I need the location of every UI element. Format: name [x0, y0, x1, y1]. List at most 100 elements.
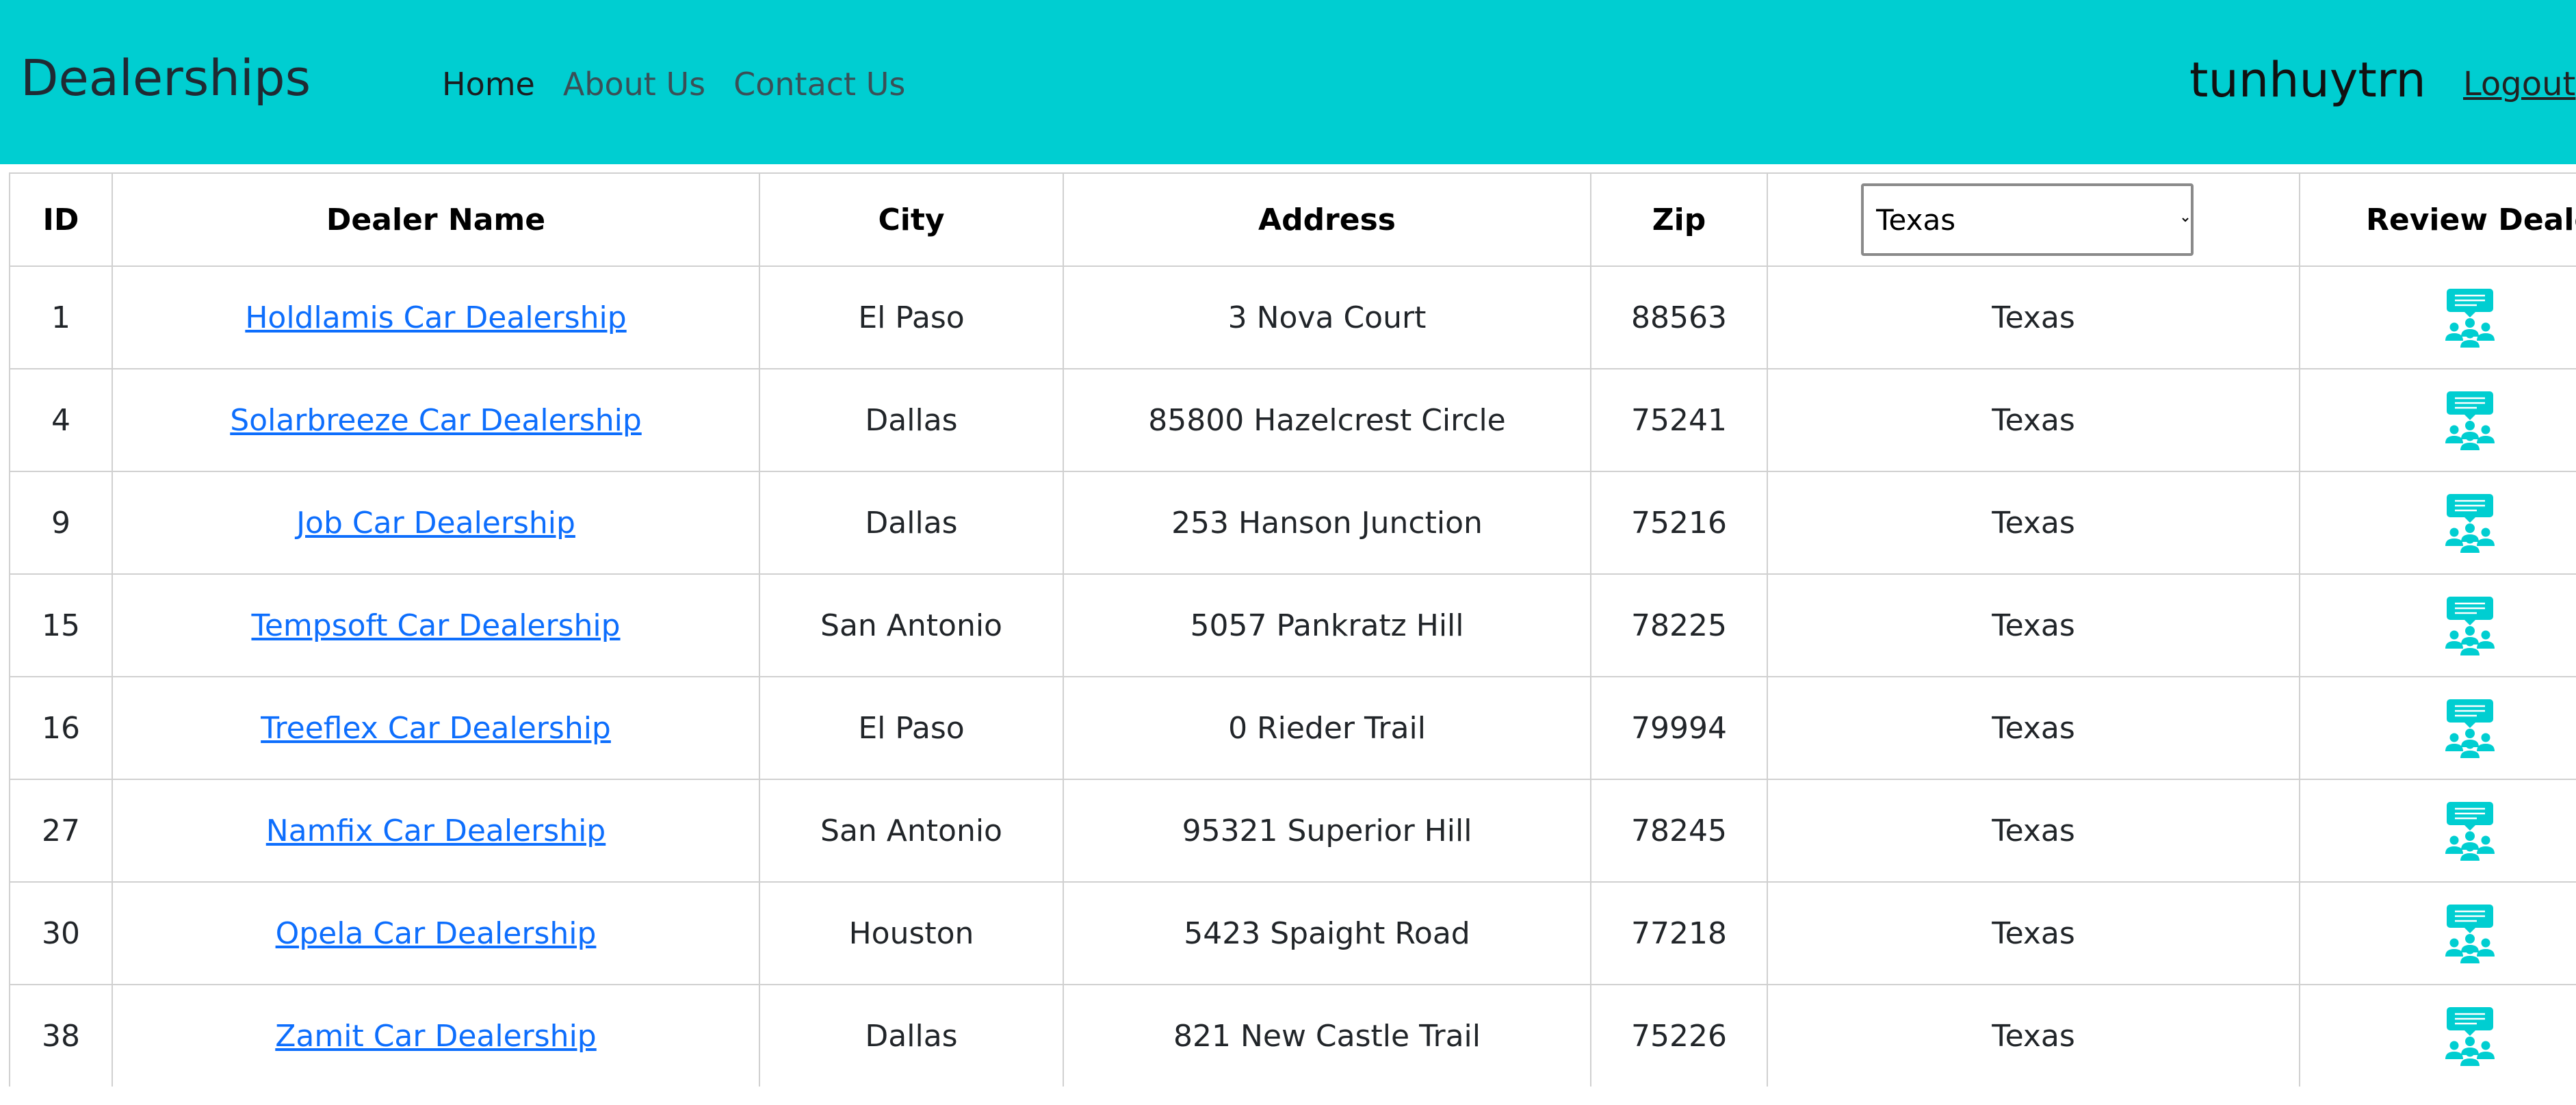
cell-zip: 79994 — [1590, 676, 1768, 780]
dealer-name-link[interactable]: Opela Car Dealership — [276, 916, 597, 951]
table-row: 16 Treeflex Car Dealership El Paso 0 Rie… — [9, 676, 2576, 780]
dealer-id: 4 — [51, 402, 70, 438]
cell-dealer-name: Opela Car Dealership — [112, 881, 760, 985]
table-row: 4 Solarbreeze Car Dealership Dallas 8580… — [9, 368, 2576, 472]
cell-zip: 78225 — [1590, 573, 1768, 677]
cell-address: 821 New Castle Trail — [1063, 984, 1591, 1087]
dealer-id: 38 — [42, 1018, 80, 1054]
dealer-state: Texas — [1992, 710, 2075, 746]
dealer-zip: 75216 — [1631, 505, 1727, 541]
cell-city: San Antonio — [759, 779, 1064, 883]
header-city: City — [759, 172, 1064, 267]
dealer-zip: 79994 — [1631, 710, 1727, 746]
dealer-state: Texas — [1992, 505, 2075, 541]
dealer-id: 1 — [51, 300, 70, 335]
cell-dealer-name: Job Car Dealership — [112, 471, 760, 575]
dealer-id: 27 — [42, 813, 80, 848]
review-dealer-icon[interactable] — [2443, 903, 2497, 963]
dealer-zip: 77218 — [1631, 915, 1727, 951]
dealer-name-link[interactable]: Tempsoft Car Dealership — [251, 608, 620, 643]
dealer-name-link[interactable]: Job Car Dealership — [296, 506, 575, 541]
dealer-zip: 75226 — [1631, 1018, 1727, 1054]
dealer-state: Texas — [1992, 300, 2075, 335]
top-navbar: Dealerships Home About Us Contact Us tun… — [0, 0, 2576, 164]
cell-city: El Paso — [759, 676, 1064, 780]
dealer-city: Dallas — [865, 402, 958, 438]
cell-review — [2299, 984, 2576, 1087]
cell-address: 253 Hanson Junction — [1063, 471, 1591, 575]
nav-link-about-us[interactable]: About Us — [563, 62, 705, 107]
dealer-id: 30 — [42, 915, 80, 951]
cell-review — [2299, 881, 2576, 985]
cell-id: 16 — [9, 676, 113, 780]
cell-review — [2299, 471, 2576, 575]
dealer-address: 95321 Superior Hill — [1182, 813, 1472, 848]
cell-zip: 88563 — [1590, 265, 1768, 369]
review-dealer-icon-graphic — [2445, 1007, 2495, 1066]
cell-id: 30 — [9, 881, 113, 985]
cell-state: Texas — [1767, 779, 2300, 883]
cell-city: El Paso — [759, 265, 1064, 369]
review-dealer-icon[interactable] — [2443, 493, 2497, 553]
dealer-state: Texas — [1992, 915, 2075, 951]
table-header-row: ID Dealer Name City Address Zip Texas Re… — [9, 172, 2576, 267]
review-dealer-icon-graphic — [2445, 494, 2495, 553]
dealer-name-link[interactable]: Holdlamis Car Dealership — [245, 300, 626, 335]
cell-review — [2299, 676, 2576, 780]
header-id: ID — [9, 172, 113, 267]
cell-address: 5057 Pankratz Hill — [1063, 573, 1591, 677]
dealer-city: San Antonio — [820, 813, 1002, 848]
dealer-zip: 75241 — [1631, 402, 1727, 438]
dealer-state: Texas — [1992, 402, 2075, 438]
logout-link[interactable]: Logout — [2463, 60, 2575, 108]
dealer-name-link[interactable]: Solarbreeze Car Dealership — [230, 403, 642, 438]
review-dealer-icon[interactable] — [2443, 698, 2497, 758]
dealer-city: Dallas — [865, 1018, 958, 1054]
cell-review — [2299, 573, 2576, 677]
dealer-address: 85800 Hazelcrest Circle — [1148, 402, 1506, 438]
cell-state: Texas — [1767, 984, 2300, 1087]
cell-zip: 75216 — [1590, 471, 1768, 575]
review-dealer-icon-graphic — [2445, 905, 2495, 963]
dealer-id: 16 — [42, 710, 80, 746]
dealer-address: 821 New Castle Trail — [1173, 1018, 1481, 1054]
dealer-city: San Antonio — [820, 608, 1002, 643]
nav-link-contact-us[interactable]: Contact Us — [733, 62, 905, 107]
cell-city: Houston — [759, 881, 1064, 985]
review-dealer-icon[interactable] — [2443, 801, 2497, 861]
review-dealer-icon[interactable] — [2443, 287, 2497, 348]
brand-title[interactable]: Dealerships — [21, 49, 311, 107]
header-zip: Zip — [1590, 172, 1768, 267]
cell-state: Texas — [1767, 471, 2300, 575]
dealer-name-link[interactable]: Namfix Car Dealership — [266, 814, 606, 848]
table-row: 1 Holdlamis Car Dealership El Paso 3 Nov… — [9, 265, 2576, 369]
dealer-name-link[interactable]: Treeflex Car Dealership — [261, 711, 611, 746]
cell-state: Texas — [1767, 676, 2300, 780]
cell-city: Dallas — [759, 471, 1064, 575]
nav-links: Home About Us Contact Us — [442, 62, 933, 107]
review-dealer-icon-graphic — [2445, 391, 2495, 450]
state-filter-select[interactable]: Texas — [1861, 183, 2194, 256]
header-review-dealer: Review Dealer — [2299, 172, 2576, 267]
table-row: 15 Tempsoft Car Dealership San Antonio 5… — [9, 573, 2576, 677]
dealer-state: Texas — [1992, 608, 2075, 643]
review-dealer-icon[interactable] — [2443, 595, 2497, 655]
review-dealer-icon[interactable] — [2443, 390, 2497, 450]
cell-zip: 78245 — [1590, 779, 1768, 883]
cell-city: San Antonio — [759, 573, 1064, 677]
cell-address: 85800 Hazelcrest Circle — [1063, 368, 1591, 472]
cell-id: 15 — [9, 573, 113, 677]
dealer-city: Houston — [848, 915, 974, 951]
cell-state: Texas — [1767, 368, 2300, 472]
nav-link-home[interactable]: Home — [442, 62, 535, 107]
review-dealer-icon-graphic — [2445, 289, 2495, 348]
dealer-zip: 88563 — [1631, 300, 1727, 335]
dealer-name-link[interactable]: Zamit Car Dealership — [275, 1019, 596, 1054]
cell-state: Texas — [1767, 265, 2300, 369]
review-dealer-icon[interactable] — [2443, 1006, 2497, 1066]
cell-zip: 77218 — [1590, 881, 1768, 985]
header-address: Address — [1063, 172, 1591, 267]
dealer-state: Texas — [1992, 1018, 2075, 1054]
review-dealer-icon-graphic — [2445, 699, 2495, 758]
dealer-id: 9 — [51, 505, 70, 541]
